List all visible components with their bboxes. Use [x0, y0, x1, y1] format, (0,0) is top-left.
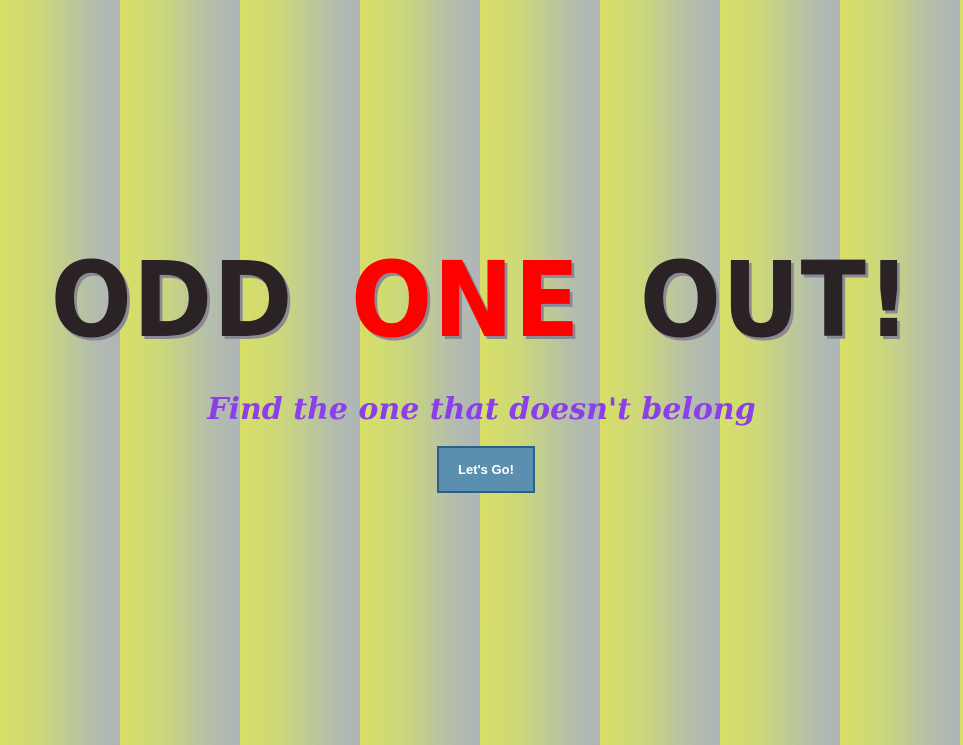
page-background: { "title": { "part1": "ODD", "part2": "O…	[0, 0, 963, 745]
title-word-out: OUT!	[639, 239, 912, 361]
title-word-odd: ODD	[50, 239, 294, 361]
game-subtitle: Find the one that doesn't belong	[207, 392, 756, 427]
title-word-one: ONE	[351, 239, 581, 361]
game-title: ODD ONE OUT!	[0, 238, 963, 362]
start-game-button[interactable]: Let's Go!	[437, 446, 535, 493]
